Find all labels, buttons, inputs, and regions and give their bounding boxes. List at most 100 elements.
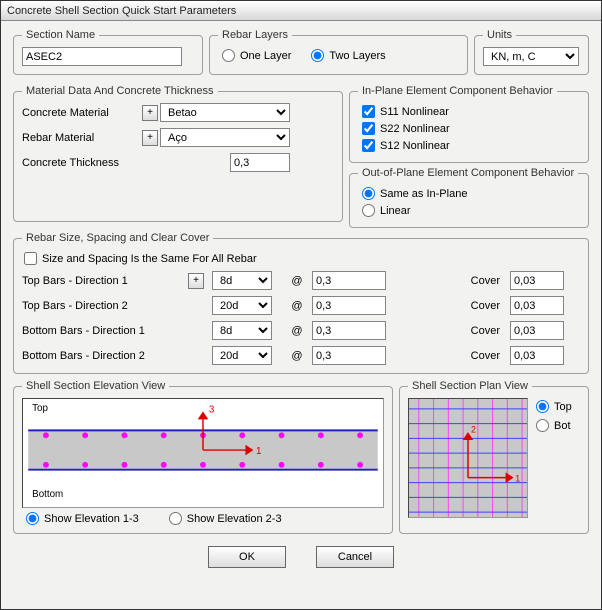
section-name-legend: Section Name (22, 29, 99, 41)
s22-checkbox-input[interactable] (362, 122, 375, 135)
s22-label: S22 Nonlinear (380, 123, 450, 135)
section-name-input[interactable] (22, 47, 182, 66)
concrete-thickness-label: Concrete Thickness (22, 157, 142, 169)
bar-row-label: Top Bars - Direction 2 (22, 300, 182, 312)
section-name-group: Section Name (13, 29, 203, 75)
s12-checkbox-input[interactable] (362, 139, 375, 152)
elev23-radio-input[interactable] (169, 512, 182, 525)
one-layer-label: One Layer (240, 50, 291, 62)
dialog-content: Section Name Rebar Layers One Layer Two … (1, 21, 601, 609)
rebar-layers-legend: Rebar Layers (218, 29, 292, 41)
bar-row-label: Top Bars - Direction 1 (22, 275, 182, 287)
linear-radio[interactable]: Linear (362, 204, 576, 217)
same-all-label: Size and Spacing Is the Same For All Reb… (42, 253, 257, 265)
dialog-window: Concrete Shell Section Quick Start Param… (0, 0, 602, 610)
plan-top-radio-input[interactable] (536, 400, 549, 413)
same-all-check[interactable]: Size and Spacing Is the Same For All Reb… (24, 252, 578, 265)
units-group: Units KN, m, C (474, 29, 589, 75)
plan-axis2-label: 2 (471, 424, 476, 434)
at-symbol: @ (288, 350, 306, 362)
cancel-button[interactable]: Cancel (316, 546, 394, 568)
bar-spacing-input[interactable] (312, 321, 386, 340)
rebar-size-group: Rebar Size, Spacing and Clear Cover Size… (13, 232, 589, 374)
inplane-legend: In-Plane Element Component Behavior (358, 85, 557, 97)
bar-size-select[interactable]: 8d (212, 321, 272, 340)
same-as-inplane-radio[interactable]: Same as In-Plane (362, 187, 576, 200)
bar-size-select[interactable]: 20d (212, 346, 272, 365)
window-title: Concrete Shell Section Quick Start Param… (7, 5, 236, 17)
plan-axis1-label: 1 (515, 474, 520, 484)
elevation-canvas: Top 1 3 Bottom (22, 398, 384, 508)
elev-bottom-label: Bottom (32, 489, 63, 500)
plan-top-label: Top (554, 401, 572, 413)
same-all-checkbox-input[interactable] (24, 252, 37, 265)
plan-bot-radio[interactable]: Bot (536, 419, 572, 432)
outplane-legend: Out-of-Plane Element Component Behavior (358, 167, 578, 179)
rebar-layers-group: Rebar Layers One Layer Two Layers (209, 29, 468, 75)
rebar-material-select[interactable]: Aço (160, 128, 290, 147)
cover-input[interactable] (510, 296, 564, 315)
cover-label: Cover (464, 325, 504, 337)
plan-view-group: Shell Section Plan View (399, 380, 589, 534)
bar-size-select[interactable]: 8d (212, 271, 272, 290)
elevation-legend: Shell Section Elevation View (22, 380, 169, 392)
s11-label: S11 Nonlinear (380, 106, 449, 118)
plan-bot-radio-input[interactable] (536, 419, 549, 432)
cover-label: Cover (464, 300, 504, 312)
units-select[interactable]: KN, m, C (483, 47, 579, 66)
at-symbol: @ (288, 275, 306, 287)
two-layers-label: Two Layers (329, 50, 385, 62)
two-layers-radio-input[interactable] (311, 49, 324, 62)
show-elev-13-radio[interactable]: Show Elevation 1-3 (26, 512, 139, 525)
plan-legend: Shell Section Plan View (408, 380, 532, 392)
concrete-thickness-input[interactable] (230, 153, 290, 172)
axis1-label: 1 (256, 446, 261, 457)
elev-top-label: Top (32, 403, 48, 414)
rebar-one-layer-radio[interactable]: One Layer (222, 49, 291, 62)
cover-label: Cover (464, 275, 504, 287)
elevation-view-group: Shell Section Elevation View Top (13, 380, 393, 534)
plan-bot-label: Bot (554, 420, 571, 432)
plan-top-radio[interactable]: Top (536, 400, 572, 413)
material-data-group: Material Data And Concrete Thickness Con… (13, 85, 343, 222)
elev13-label: Show Elevation 1-3 (44, 513, 139, 525)
elev23-label: Show Elevation 2-3 (187, 513, 282, 525)
concrete-material-label: Concrete Material (22, 107, 142, 119)
rebar-two-layers-radio[interactable]: Two Layers (311, 49, 385, 62)
same-label: Same as In-Plane (380, 188, 467, 200)
at-symbol: @ (288, 300, 306, 312)
s11-checkbox-input[interactable] (362, 105, 375, 118)
cover-label: Cover (464, 350, 504, 362)
linear-radio-input[interactable] (362, 204, 375, 217)
inplane-behavior-group: In-Plane Element Component Behavior S11 … (349, 85, 589, 163)
axis3-label: 3 (209, 405, 215, 416)
s11-check[interactable]: S11 Nonlinear (362, 105, 576, 118)
elev13-radio-input[interactable] (26, 512, 39, 525)
bar-spacing-input[interactable] (312, 296, 386, 315)
s12-check[interactable]: S12 Nonlinear (362, 139, 576, 152)
bar-size-select[interactable]: 20d (212, 296, 272, 315)
rebar-size-legend: Rebar Size, Spacing and Clear Cover (22, 232, 213, 244)
add-bar-size-button[interactable]: + (188, 273, 204, 289)
bar-spacing-input[interactable] (312, 346, 386, 365)
same-radio-input[interactable] (362, 187, 375, 200)
rebar-material-label: Rebar Material (22, 132, 142, 144)
show-elev-23-radio[interactable]: Show Elevation 2-3 (169, 512, 282, 525)
ok-button[interactable]: OK (208, 546, 286, 568)
add-concrete-material-button[interactable]: + (142, 105, 158, 121)
one-layer-radio-input[interactable] (222, 49, 235, 62)
add-rebar-material-button[interactable]: + (142, 130, 158, 146)
bar-spacing-input[interactable] (312, 271, 386, 290)
bar-row-label: Bottom Bars - Direction 2 (22, 350, 182, 362)
units-legend: Units (483, 29, 516, 41)
cover-input[interactable] (510, 346, 564, 365)
concrete-material-select[interactable]: Betao (160, 103, 290, 122)
plan-canvas: 1 2 (408, 398, 528, 518)
s12-label: S12 Nonlinear (380, 140, 450, 152)
cover-input[interactable] (510, 271, 564, 290)
cover-input[interactable] (510, 321, 564, 340)
s22-check[interactable]: S22 Nonlinear (362, 122, 576, 135)
at-symbol: @ (288, 325, 306, 337)
bar-row-label: Bottom Bars - Direction 1 (22, 325, 182, 337)
linear-label: Linear (380, 205, 411, 217)
